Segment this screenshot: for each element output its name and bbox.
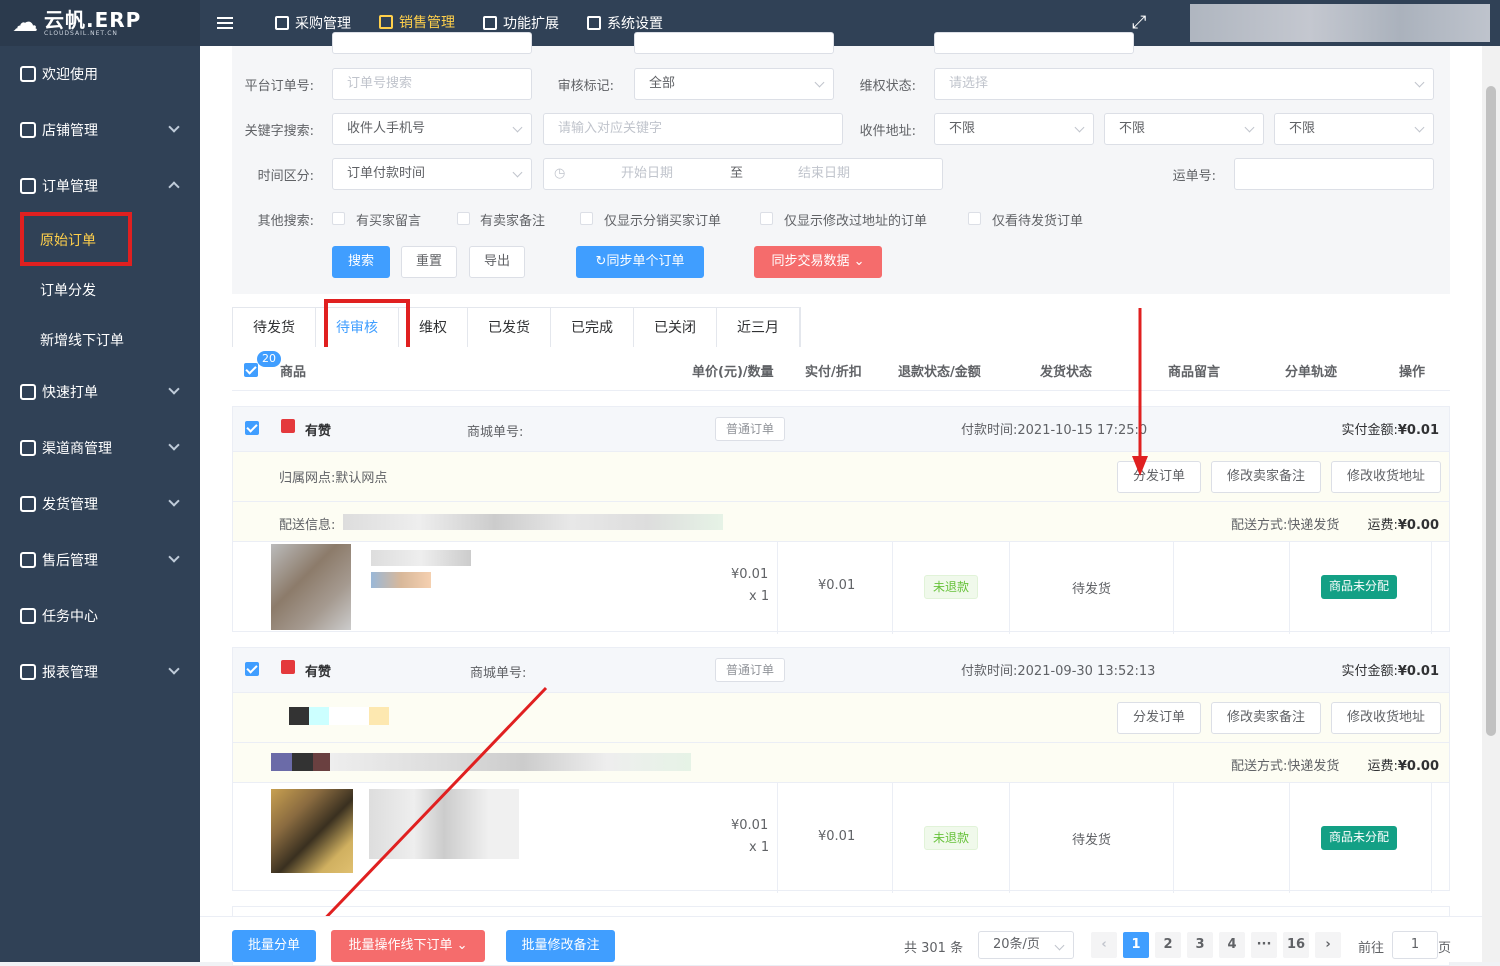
page-ellipsis[interactable]: ···	[1251, 932, 1277, 958]
total-count: 共 301 条	[904, 941, 964, 956]
page-1[interactable]: 1	[1123, 932, 1149, 958]
scrollbar-thumb[interactable]	[1486, 86, 1496, 736]
batch-edit-note-button[interactable]: 批量修改备注	[506, 930, 615, 962]
page-4[interactable]: 4	[1219, 932, 1245, 958]
page-size-value: 20条/页	[993, 937, 1040, 952]
footer-bar: 批量分单 批量操作线下订单 ⌄ 批量修改备注 共 301 条 20条/页 ‹ 1…	[200, 916, 1500, 962]
page-size-select[interactable]: 20条/页	[978, 931, 1074, 959]
annotation-arrows	[300, 308, 1148, 944]
scrollbar[interactable]	[1482, 46, 1500, 962]
batch-split-button[interactable]: 批量分单	[232, 930, 316, 962]
chevron-down-icon	[1054, 940, 1065, 951]
page-2[interactable]: 2	[1155, 932, 1181, 958]
button-label: 批量操作线下订单	[348, 938, 453, 953]
chevron-down-icon: ⌄	[456, 938, 468, 953]
arrow-to-batch-split	[312, 686, 548, 932]
goto-page-input[interactable]: 1	[1392, 931, 1438, 959]
batch-offline-order-button[interactable]: 批量操作线下订单 ⌄	[331, 930, 485, 962]
page-3[interactable]: 3	[1187, 932, 1213, 958]
arrowhead-down	[1132, 456, 1148, 476]
page-unit: 页	[1438, 941, 1452, 956]
page-16[interactable]: 16	[1283, 932, 1309, 958]
goto-label: 前往	[1358, 941, 1385, 956]
prev-page-button[interactable]: ‹	[1091, 932, 1117, 958]
next-page-button[interactable]: ›	[1315, 932, 1341, 958]
